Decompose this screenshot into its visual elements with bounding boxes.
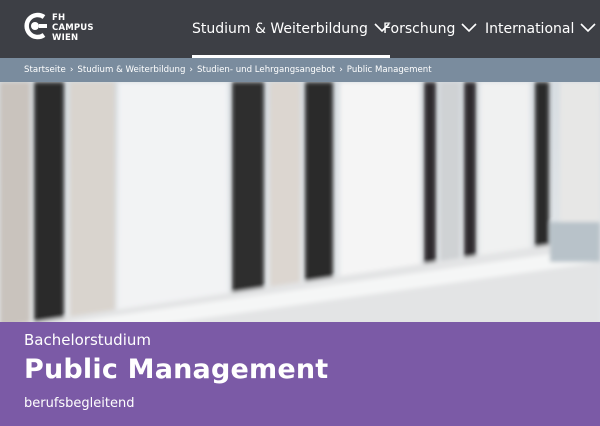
fh-campus-wien-logo-icon bbox=[24, 12, 47, 40]
breadcrumb-home[interactable]: Startseite bbox=[24, 65, 66, 75]
breadcrumb-separator-icon: › bbox=[69, 65, 74, 75]
logo-line-3: WIEN bbox=[52, 33, 79, 43]
breadcrumb-separator-icon: › bbox=[339, 65, 343, 75]
breadcrumb-studienangebot[interactable]: Studien- und Lehrgangsangebot bbox=[197, 65, 335, 75]
page-title: Public Management bbox=[24, 354, 329, 385]
nav-international[interactable]: International bbox=[485, 0, 596, 58]
breadcrumb-separator-icon: › bbox=[189, 65, 194, 75]
nav-forschung[interactable]: Forschung bbox=[383, 0, 477, 58]
logo-wordmark: FH CAMPUS WIEN bbox=[52, 13, 94, 43]
chevron-down-icon bbox=[580, 21, 596, 37]
nav-label: Studium & Weiterbildung bbox=[192, 21, 368, 37]
breadcrumb: Startseite › Studium & Weiterbildung › S… bbox=[0, 58, 600, 82]
breadcrumb-studium[interactable]: Studium & Weiterbildung bbox=[77, 65, 185, 75]
home-logo-link[interactable]: FH CAMPUS WIEN bbox=[22, 11, 102, 47]
nav-label: International bbox=[485, 21, 575, 37]
nav-studium-weiterbildung[interactable]: Studium & Weiterbildung bbox=[192, 0, 390, 58]
site-header: FH CAMPUS WIEN Studium & Weiterbildung F… bbox=[0, 0, 600, 58]
program-title-banner: Bachelorstudium Public Management berufs… bbox=[0, 322, 600, 426]
logo-line-1: FH bbox=[52, 13, 66, 23]
program-mode: berufsbegleitend bbox=[24, 396, 135, 411]
nav-label: Forschung bbox=[383, 21, 456, 37]
chevron-down-icon bbox=[461, 21, 477, 37]
logo-line-2: CAMPUS bbox=[52, 23, 94, 33]
program-type: Bachelorstudium bbox=[24, 331, 151, 349]
breadcrumb-current[interactable]: Public Management bbox=[347, 65, 432, 75]
